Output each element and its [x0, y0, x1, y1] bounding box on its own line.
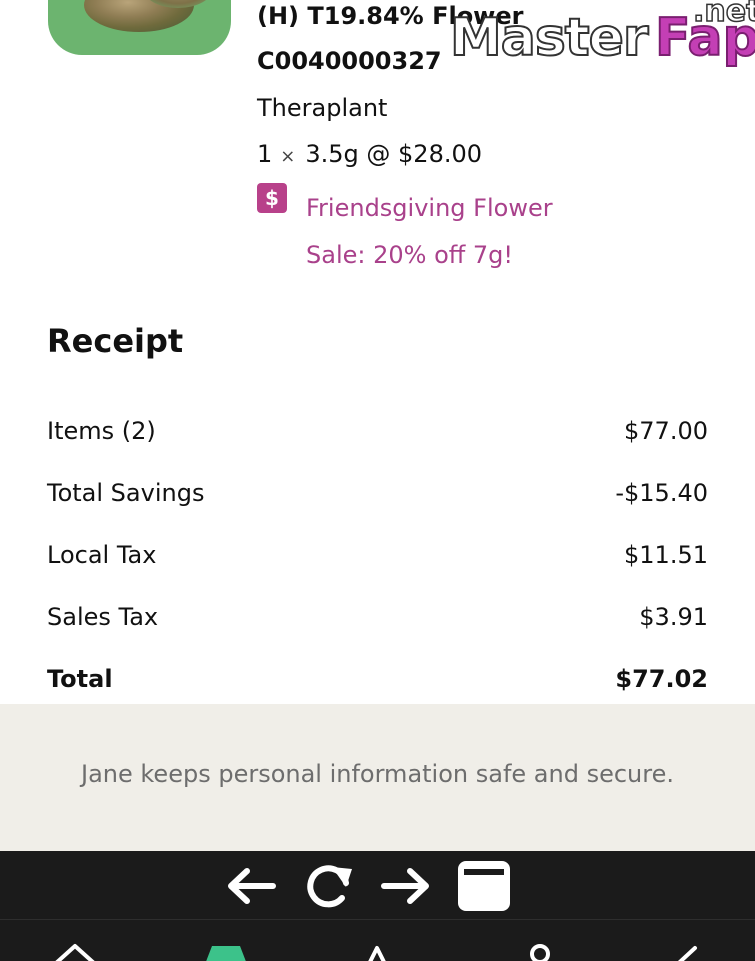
security-notice-band: Jane keeps personal information safe and…: [0, 704, 755, 851]
receipt-value: $77.00: [624, 417, 708, 445]
security-notice-text: Jane keeps personal information safe and…: [81, 760, 674, 788]
reload-icon[interactable]: [302, 861, 358, 911]
arrow-left-icon[interactable]: [223, 861, 279, 911]
tabs-icon[interactable]: [456, 861, 512, 911]
dollar-tag-icon: $: [257, 183, 287, 213]
receipt-value: $77.02: [615, 665, 708, 693]
receipt-row-sales-tax: Sales Tax $3.91: [47, 603, 708, 643]
watermark-net: .net: [692, 0, 755, 30]
send-icon[interactable]: [655, 942, 715, 961]
receipt-heading: Receipt: [47, 322, 184, 360]
product-sku: C0040000327: [257, 47, 442, 75]
explore-icon[interactable]: [347, 942, 407, 961]
product-image[interactable]: [48, 0, 231, 55]
size-price: 3.5g @ $28.00: [305, 140, 483, 168]
bottom-navigation: [0, 919, 755, 961]
receipt-value: $11.51: [624, 541, 708, 569]
promo-line-1: Friendsgiving Flower: [306, 194, 553, 222]
product-brand: Theraplant: [257, 94, 388, 122]
home-icon[interactable]: [45, 942, 105, 961]
receipt-label: Local Tax: [47, 541, 157, 569]
arrow-right-icon[interactable]: [378, 861, 434, 911]
watermark-logo: Master Fap .net: [449, 0, 755, 82]
receipt-value: $3.91: [639, 603, 708, 631]
receipt-row-items: Items (2) $77.00: [47, 417, 708, 457]
receipt-row-total: Total $77.02: [47, 665, 708, 705]
promo-line-2: Sale: 20% off 7g!: [306, 241, 514, 269]
receipt-value: -$15.40: [615, 479, 708, 507]
receipt-label: Sales Tax: [47, 603, 159, 631]
receipt-label: Total Savings: [47, 479, 205, 507]
product-quantity-price: 1 × 3.5g @ $28.00: [257, 140, 482, 168]
receipt-label: Total: [47, 665, 113, 693]
browser-toolbar: [0, 851, 755, 919]
times-sign: ×: [280, 146, 296, 167]
receipt-label: Items (2): [47, 417, 156, 445]
quantity-value: 1: [257, 140, 273, 168]
watermark-master: Master: [449, 7, 650, 69]
shop-icon-active[interactable]: [196, 942, 256, 961]
receipt-row-local-tax: Local Tax $11.51: [47, 541, 708, 581]
receipt-row-savings: Total Savings -$15.40: [47, 479, 708, 519]
promo-label[interactable]: Friendsgiving Flower Sale: 20% off 7g!: [306, 185, 606, 279]
profile-icon[interactable]: [508, 942, 568, 961]
